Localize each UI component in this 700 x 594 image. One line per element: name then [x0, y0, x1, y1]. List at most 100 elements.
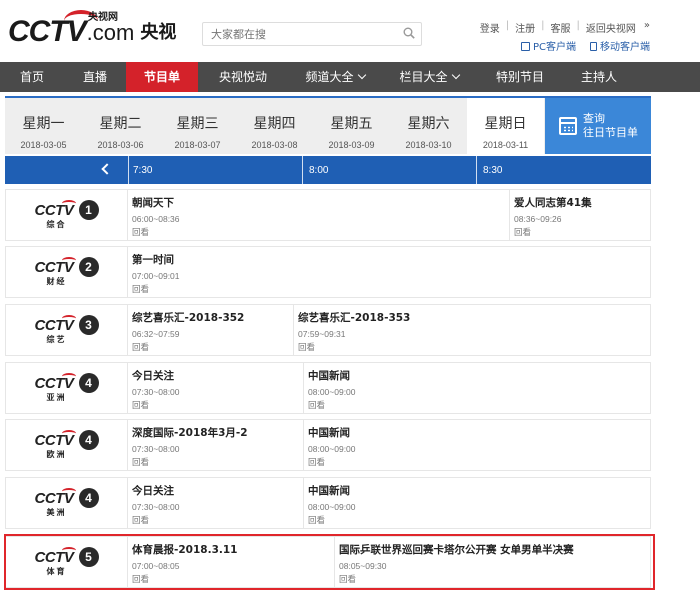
channel-logo-cctv4-america[interactable]: CCTV 4 美洲 — [6, 478, 127, 528]
logo-arc — [61, 488, 76, 495]
timeline-label: 8:30 — [483, 165, 503, 176]
search-box[interactable] — [202, 22, 422, 46]
replay-link[interactable]: 回看 — [308, 514, 650, 526]
replay-link[interactable]: 回看 — [132, 283, 650, 295]
program-time: 08:00~09:00 — [308, 502, 356, 512]
program-cell[interactable]: 第一时间 07:00~09:01 回看 — [127, 247, 650, 297]
nav-label: 直播 — [82, 70, 107, 84]
nav-label: 主持人 — [580, 70, 617, 84]
mobile-client-label: 移动客户端 — [600, 42, 650, 53]
tab-saturday[interactable]: 星期六 2018-03-10 — [390, 98, 467, 154]
day-date: 2018-03-06 — [97, 140, 144, 150]
program-title[interactable]: 今日关注 — [132, 483, 302, 498]
program-title[interactable]: 深度国际-2018年3月-2 — [132, 425, 302, 440]
program-time: 07:59~09:31 — [298, 329, 346, 339]
nav-yuedong[interactable]: 央视悦动 — [198, 62, 288, 92]
day-label: 星期二 — [99, 116, 142, 132]
day-label: 星期六 — [407, 116, 450, 132]
program-cell[interactable]: 爱人同志第41集 08:36~09:26 回看 — [509, 190, 650, 240]
nav-channels[interactable]: 频道大全 — [288, 62, 382, 92]
channel-logo-cctv4-europe[interactable]: CCTV 4 欧洲 — [6, 420, 127, 470]
replay-link[interactable]: 回看 — [132, 456, 302, 468]
mobile-client-link[interactable]: 移动客户端 — [590, 38, 650, 53]
replay-link[interactable]: 回看 — [132, 514, 302, 526]
tab-thursday[interactable]: 星期四 2018-03-08 — [236, 98, 313, 154]
day-date: 2018-03-10 — [405, 140, 452, 150]
program-cell[interactable]: 中国新闻 08:00~09:00 回看 — [303, 478, 650, 528]
program-cell[interactable]: 综艺喜乐汇-2018-353 07:59~09:31 回看 — [293, 305, 650, 355]
program-title[interactable]: 中国新闻 — [308, 425, 650, 440]
day-date: 2018-03-08 — [251, 140, 298, 150]
nav-hosts[interactable]: 主持人 — [564, 62, 634, 92]
channel-row-cctv3: CCTV 3 综艺 综艺喜乐汇-2018-352 06:32~07:59 回看 综艺… — [5, 304, 651, 356]
nav-special[interactable]: 特别节目 — [476, 62, 564, 92]
channel-logo-cctv3[interactable]: CCTV 3 综艺 — [6, 305, 127, 355]
day-label: 星期三 — [176, 116, 219, 132]
replay-link[interactable]: 回看 — [514, 226, 650, 238]
program-cell[interactable]: 中国新闻 08:00~09:00 回看 — [303, 420, 650, 470]
nav-label: 栏目大全 — [399, 70, 448, 84]
search-input[interactable] — [203, 23, 393, 46]
nav-schedule[interactable]: 节目单 — [126, 62, 198, 92]
nav-home[interactable]: 首页 — [0, 62, 64, 92]
history-schedule-button[interactable]: 查询 往日节目单 — [545, 98, 651, 154]
program-time: 07:00~09:01 — [132, 271, 180, 281]
tab-wednesday[interactable]: 星期三 2018-03-07 — [159, 98, 236, 154]
program-cell[interactable]: 今日关注 07:30~08:00 回看 — [127, 478, 302, 528]
login-link[interactable]: 登录 — [480, 20, 500, 35]
program-cell[interactable]: 深度国际-2018年3月-2 07:30~08:00 回看 — [127, 420, 302, 470]
pc-client-link[interactable]: PC客户端 — [520, 38, 576, 53]
cctv-logo[interactable]: CCTV .com 央视网 央视 — [8, 10, 176, 48]
replay-link[interactable]: 回看 — [298, 341, 650, 353]
program-cell[interactable]: 中国新闻 08:00~09:00 回看 — [303, 363, 650, 413]
service-link[interactable]: 客服 — [551, 20, 571, 35]
nav-label: 频道大全 — [305, 70, 354, 84]
program-title[interactable]: 第一时间 — [132, 252, 650, 267]
program-title[interactable]: 综艺喜乐汇-2018-352 — [132, 310, 292, 325]
channel-logo-cctv4-asia[interactable]: CCTV 4 亚洲 — [6, 363, 127, 413]
replay-link[interactable]: 回看 — [132, 226, 507, 238]
nav-columns[interactable]: 栏目大全 — [382, 62, 476, 92]
logo-site-cn: 央视网 — [88, 12, 118, 23]
channel-subtitle: 财经 — [46, 277, 67, 286]
day-label: 星期日 — [484, 116, 527, 132]
program-cell[interactable]: 今日关注 07:30~08:00 回看 — [127, 363, 302, 413]
tab-tuesday[interactable]: 星期二 2018-03-06 — [82, 98, 159, 154]
return-cntv-link[interactable]: 返回央视网 — [586, 20, 636, 35]
channel-subtitle: 欧洲 — [46, 450, 67, 459]
program-title[interactable]: 综艺喜乐汇-2018-353 — [298, 310, 650, 325]
logo-arc — [61, 430, 76, 437]
tab-monday[interactable]: 星期一 2018-03-05 — [5, 98, 82, 154]
channel-logo-cctv1[interactable]: CCTV 1 综合 — [6, 190, 127, 240]
program-cell[interactable]: 朝闻天下 06:00~08:36 回看 — [127, 190, 507, 240]
replay-link[interactable]: 回看 — [132, 399, 302, 411]
channel-row-cctv4-asia: CCTV 4 亚洲 今日关注 07:30~08:00 回看 中国新闻 08:00~0… — [5, 362, 651, 414]
day-label: 星期四 — [253, 116, 296, 132]
nav-label: 央视悦动 — [218, 70, 267, 84]
program-title[interactable]: 爱人同志第41集 — [514, 195, 650, 210]
replay-link[interactable]: 回看 — [308, 399, 650, 411]
program-cell[interactable]: 综艺喜乐汇-2018-352 06:32~07:59 回看 — [127, 305, 292, 355]
chevron-down-icon — [357, 70, 366, 80]
channel-logo-cctv2[interactable]: CCTV 2 财经 — [6, 247, 127, 297]
program-title[interactable]: 中国新闻 — [308, 483, 650, 498]
channel-number: 4 — [78, 373, 99, 393]
program-title[interactable]: 朝闻天下 — [132, 195, 507, 210]
channel-subtitle: 亚洲 — [46, 393, 67, 402]
nav-live[interactable]: 直播 — [64, 62, 126, 92]
search-icon[interactable] — [403, 27, 415, 39]
chevron-left-icon[interactable] — [101, 163, 113, 175]
site-header: CCTV .com 央视网 央视 登录 | 注册 | 客服 | 返回央视网 » … — [0, 0, 700, 62]
replay-link[interactable]: 回看 — [132, 341, 292, 353]
register-link[interactable]: 注册 — [515, 20, 535, 35]
monitor-icon — [520, 42, 530, 51]
tab-sunday[interactable]: 星期日 2018-03-11 — [467, 98, 544, 154]
program-title[interactable]: 中国新闻 — [308, 368, 650, 383]
replay-link[interactable]: 回看 — [308, 456, 650, 468]
highlight-box — [4, 534, 655, 590]
tab-friday[interactable]: 星期五 2018-03-09 — [313, 98, 390, 154]
program-title[interactable]: 今日关注 — [132, 368, 302, 383]
timeline-divider — [302, 156, 303, 184]
program-time: 07:30~08:00 — [132, 444, 180, 454]
program-time: 07:30~08:00 — [132, 502, 180, 512]
